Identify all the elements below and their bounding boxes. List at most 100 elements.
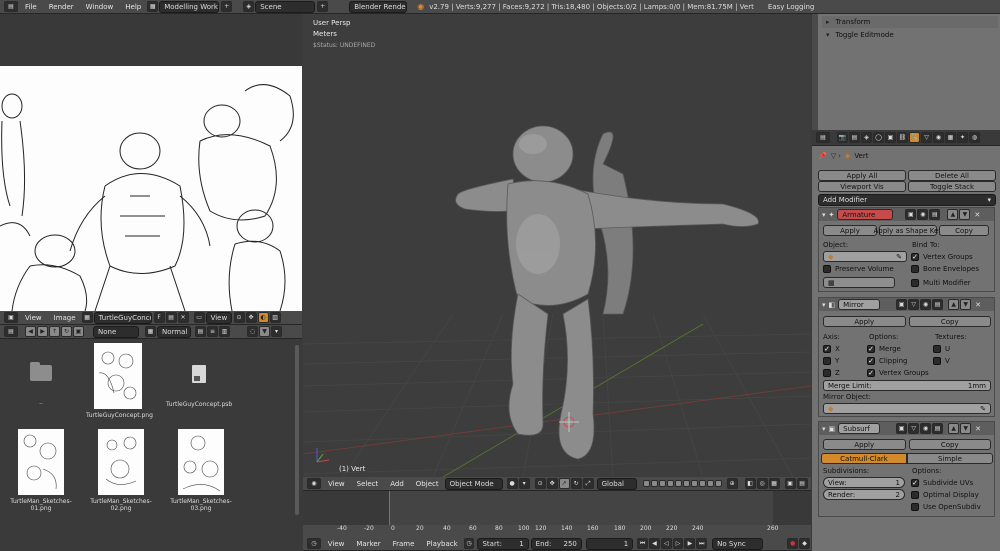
file-item[interactable]: TurtleMan_Sketches- 02.png bbox=[82, 429, 160, 512]
image-editor-area[interactable] bbox=[0, 14, 302, 311]
use-opensubdiv-checkbox-row[interactable]: Use OpenSubdiv bbox=[911, 501, 981, 513]
opengl-icon[interactable]: ▤ bbox=[796, 478, 808, 489]
snap-target-icon[interactable]: ▦ bbox=[768, 478, 780, 489]
apply-button[interactable]: Apply bbox=[823, 439, 906, 450]
sync-selector[interactable]: No Sync bbox=[712, 537, 764, 550]
mode-selector[interactable]: Object Mode bbox=[444, 477, 503, 490]
data-tab-icon[interactable]: ▽ bbox=[921, 132, 932, 143]
scene-tab-icon[interactable]: ◈ bbox=[861, 132, 872, 143]
modifiers-tab-icon[interactable]: 🔧 bbox=[909, 132, 920, 143]
mirror-object-field[interactable]: ◆ ✎ bbox=[823, 403, 991, 414]
use-opensubdiv-checkbox[interactable] bbox=[911, 503, 919, 511]
mirror-vertex-groups-checkbox[interactable]: ✓ bbox=[867, 369, 875, 377]
thumbnail-view-icon[interactable]: ▦ bbox=[145, 326, 156, 337]
close-image-icon[interactable]: ✕ bbox=[177, 312, 189, 323]
editor-type-icon[interactable]: ▤ bbox=[4, 326, 18, 337]
file-item[interactable]: TurtleMan_Sketches- 03.png bbox=[162, 429, 240, 512]
workspace-selector[interactable]: Modelling Workspace bbox=[159, 0, 220, 13]
image-browse-icon[interactable]: ▦ bbox=[81, 312, 93, 323]
new-folder-icon[interactable]: ▣ bbox=[73, 326, 84, 337]
current-frame-field[interactable]: 1 bbox=[585, 537, 634, 550]
easy-logging-label[interactable]: Easy Logging bbox=[768, 3, 815, 11]
shading-icon[interactable]: ● bbox=[506, 478, 518, 489]
file-browser-scrollbar[interactable] bbox=[295, 345, 299, 515]
workspace-icon[interactable]: ▦ bbox=[147, 1, 159, 12]
layer-4[interactable] bbox=[666, 480, 674, 487]
viewport-3d[interactable]: User Persp Meters $Status: UNDEFINED (1)… bbox=[303, 14, 811, 477]
menu-view[interactable]: View bbox=[328, 480, 345, 488]
menu-object[interactable]: Object bbox=[416, 480, 439, 488]
editor-type-icon[interactable]: ◉ bbox=[307, 478, 321, 489]
move-up-icon[interactable]: ▲ bbox=[948, 299, 960, 310]
preview-range-icon[interactable]: ◷ bbox=[463, 538, 475, 549]
cage-toggle-icon[interactable]: ▣ bbox=[896, 299, 908, 310]
image-view-selector[interactable]: View bbox=[205, 311, 232, 324]
clipping-checkbox-row[interactable]: ✓ Clipping bbox=[867, 355, 908, 367]
sort-type-icon[interactable]: ≡ bbox=[207, 326, 218, 337]
menu-image[interactable]: Image bbox=[54, 314, 76, 322]
texture-u-checkbox-row[interactable]: U bbox=[933, 343, 950, 355]
file-item[interactable]: TurtleMan_Sketches- 01.png bbox=[2, 429, 80, 512]
pivot-icon[interactable]: ⊙ bbox=[233, 312, 245, 323]
filter-icon[interactable]: ▼ bbox=[259, 326, 270, 337]
armature-object-field[interactable]: ◆ ✎ bbox=[823, 251, 907, 262]
shading-dropdown-icon[interactable]: ▾ bbox=[518, 478, 530, 489]
vertex-groups-checkbox-row[interactable]: ✓ Vertex Groups bbox=[911, 251, 973, 263]
clipping-checkbox[interactable]: ✓ bbox=[867, 357, 875, 365]
forward-icon[interactable]: ▶ bbox=[37, 326, 48, 337]
next-keyframe-icon[interactable]: ▶ bbox=[684, 538, 696, 549]
optimal-display-checkbox-row[interactable]: Optimal Display bbox=[911, 489, 979, 501]
layer-9[interactable] bbox=[706, 480, 714, 487]
fake-user-button[interactable]: F bbox=[153, 312, 165, 323]
menu-window[interactable]: Window bbox=[86, 3, 114, 11]
file-item[interactable]: TurtleGuyConcept.psb bbox=[166, 359, 232, 408]
menu-file[interactable]: File bbox=[25, 3, 37, 11]
keying-set-icon[interactable]: ◆ bbox=[799, 538, 810, 549]
prev-keyframe-icon[interactable]: ◀ bbox=[648, 538, 660, 549]
eyedropper-icon[interactable]: ✎ bbox=[980, 405, 986, 413]
copy-button[interactable]: Copy bbox=[939, 225, 989, 236]
layer-8[interactable] bbox=[698, 480, 706, 487]
jump-start-icon[interactable]: ⏮ bbox=[637, 538, 648, 549]
menu-select[interactable]: Select bbox=[357, 480, 379, 488]
render-toggle-icon[interactable]: ▤ bbox=[932, 299, 944, 310]
eyedropper-icon[interactable]: ✎ bbox=[896, 253, 902, 261]
pin-icon[interactable]: 📌 bbox=[818, 152, 827, 160]
delete-all-button[interactable]: Delete All bbox=[908, 170, 996, 181]
layer-1[interactable] bbox=[642, 480, 650, 487]
open-image-icon[interactable]: ▤ bbox=[165, 312, 177, 323]
pin-icon[interactable]: ✥ bbox=[245, 312, 257, 323]
menu-view[interactable]: View bbox=[328, 540, 345, 548]
transform-section[interactable]: ▸ Transform bbox=[822, 16, 998, 28]
move-up-icon[interactable]: ▲ bbox=[947, 209, 959, 220]
editmode-toggle-icon[interactable]: ▽ bbox=[908, 299, 920, 310]
render-toggle-icon[interactable]: ▤ bbox=[929, 209, 941, 220]
preserve-volume-checkbox[interactable] bbox=[823, 265, 831, 273]
move-up-icon[interactable]: ▲ bbox=[948, 423, 960, 434]
visibility-icon[interactable]: ◉ bbox=[920, 299, 932, 310]
timeline-area[interactable]: -40 -20 0 20 40 60 80 100 120 140 160 18… bbox=[303, 491, 811, 537]
axis-y-checkbox-row[interactable]: Y bbox=[823, 355, 839, 367]
preserve-volume-checkbox-row[interactable]: Preserve Volume bbox=[823, 263, 894, 275]
subdivide-uvs-checkbox-row[interactable]: ✓ Subdivide UVs bbox=[911, 477, 973, 489]
particles-tab-icon[interactable]: ✦ bbox=[957, 132, 968, 143]
layer-7[interactable] bbox=[690, 480, 698, 487]
menu-playback[interactable]: Playback bbox=[426, 540, 457, 548]
texture-v-checkbox[interactable] bbox=[933, 357, 941, 365]
hidden-files-icon[interactable]: ◌ bbox=[247, 326, 258, 337]
catmull-clark-option[interactable]: Catmull-Clark bbox=[821, 453, 907, 464]
apply-button[interactable]: Apply bbox=[823, 225, 877, 236]
merge-checkbox-row[interactable]: ✓ Merge bbox=[867, 343, 901, 355]
apply-shape-key-button[interactable]: Apply as Shape Key bbox=[874, 225, 943, 236]
editor-type-icon[interactable]: ▤ bbox=[4, 1, 18, 12]
render-tab-icon[interactable]: 📷 bbox=[837, 132, 848, 143]
editor-type-icon[interactable]: ▤ bbox=[816, 132, 830, 143]
file-browser-area[interactable]: .. TurtleGuyConcept.png TurtleGuyConcept… bbox=[0, 339, 302, 551]
close-icon[interactable]: ✕ bbox=[975, 301, 981, 309]
menu-add[interactable]: Add bbox=[390, 480, 404, 488]
scene-icon[interactable]: ◈ bbox=[243, 1, 255, 12]
menu-marker[interactable]: Marker bbox=[356, 540, 380, 548]
filter-options-icon[interactable]: ▾ bbox=[271, 326, 282, 337]
axis-y-checkbox[interactable] bbox=[823, 357, 831, 365]
merge-checkbox[interactable]: ✓ bbox=[867, 345, 875, 353]
